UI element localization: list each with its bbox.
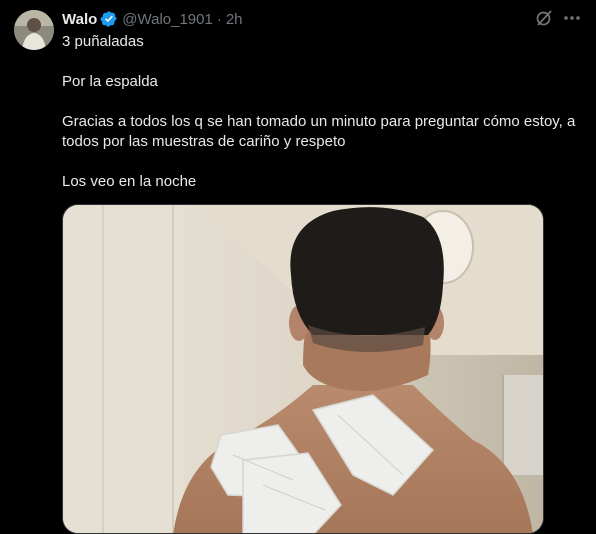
more-options-icon[interactable] xyxy=(562,8,582,28)
tweet-text-line-2: Por la espalda xyxy=(62,73,158,90)
tweet[interactable]: Walo @Walo_1901 · 2h 3 puñaladas Por la … xyxy=(0,0,596,534)
verified-badge-icon xyxy=(100,10,118,28)
timestamp[interactable]: 2h xyxy=(226,11,243,28)
tweet-text-line-3: Gracias a todos los q se han tomado un m… xyxy=(62,113,576,150)
photo-image xyxy=(63,205,543,533)
grok-icon[interactable] xyxy=(534,8,554,28)
tweet-header: Walo @Walo_1901 · 2h xyxy=(62,9,243,29)
avatar[interactable] xyxy=(14,10,54,50)
separator-dot: · xyxy=(216,10,222,28)
tweet-actions xyxy=(526,8,582,28)
tweet-text-line-4: Los veo en la noche xyxy=(62,173,197,190)
author-handle[interactable]: @Walo_1901 xyxy=(122,11,213,28)
tweet-photo[interactable] xyxy=(62,204,544,534)
author-name[interactable]: Walo xyxy=(62,11,97,28)
tweet-text-line-1: 3 puñaladas xyxy=(62,33,144,50)
avatar-image xyxy=(14,10,54,50)
